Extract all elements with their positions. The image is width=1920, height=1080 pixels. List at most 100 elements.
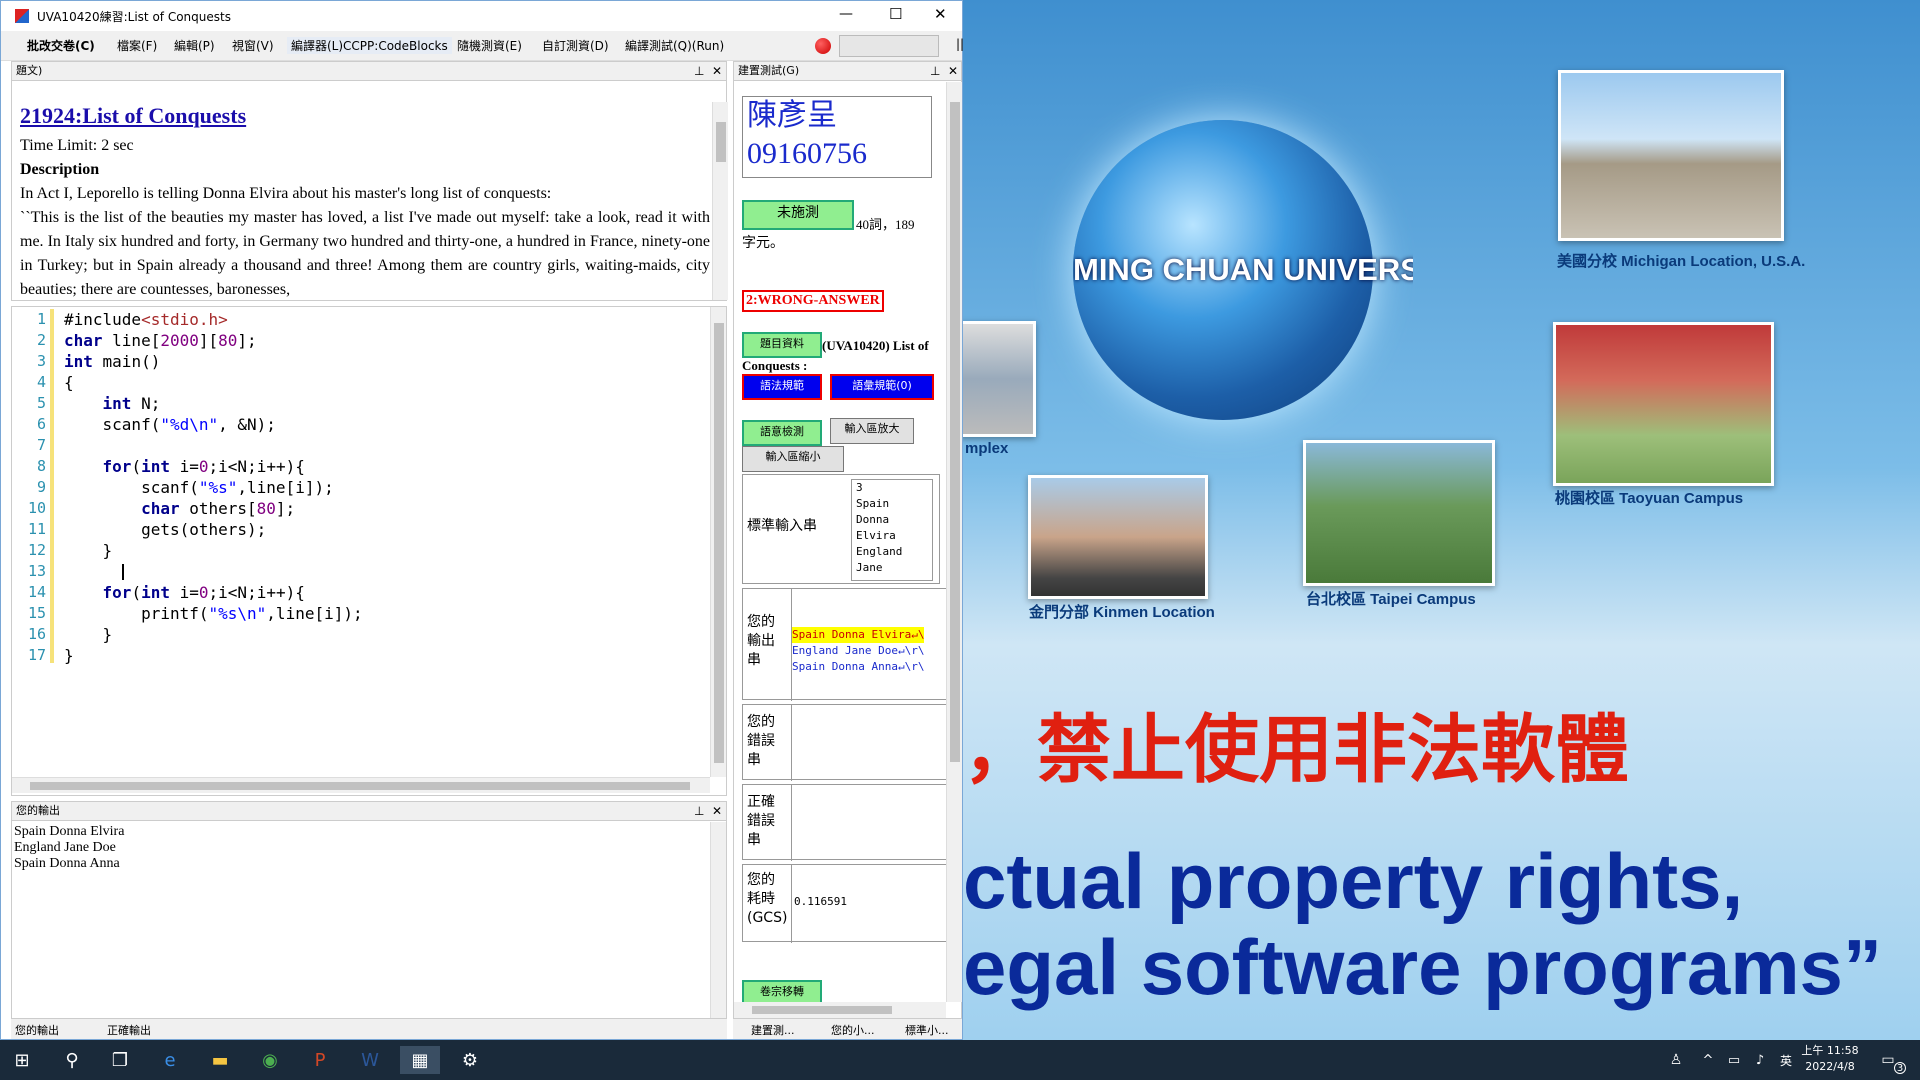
tab-standard-small[interactable]: 標準小... bbox=[905, 1022, 949, 1038]
output-pane-header: 您的輸出 ⊥ ✕ bbox=[12, 802, 726, 821]
people-icon[interactable]: ♙ bbox=[1662, 1046, 1690, 1074]
code-area[interactable]: 1 #include<stdio.h> 2 char line[2000][80];… bbox=[12, 309, 708, 666]
menu-compile-run[interactable]: 編譯測試(Q)(Run) bbox=[625, 37, 724, 54]
menu-compiler[interactable]: 編譯器(L)CCPP:CodeBlocks bbox=[287, 37, 452, 54]
toolbar-textbox[interactable] bbox=[839, 35, 939, 57]
output-text: Spain Donna Elvira England Jane Doe Spai… bbox=[14, 824, 124, 872]
close-button[interactable]: ✕ bbox=[934, 5, 947, 23]
menu-custom-test[interactable]: 自訂測資(D) bbox=[542, 37, 609, 54]
test-status-button[interactable]: 未施測 bbox=[742, 200, 854, 230]
slogan-english-2: egal software programs” bbox=[963, 923, 1882, 1011]
app-taskbar-icon[interactable]: ▦ bbox=[400, 1046, 440, 1074]
output-tabs: 您的輸出 正確輸出 bbox=[11, 1019, 727, 1039]
code-line-17: } bbox=[64, 646, 74, 665]
powerpoint-icon[interactable]: P bbox=[306, 1046, 334, 1074]
syntax-rules-button[interactable]: 語法規範 bbox=[742, 374, 822, 400]
university-name: MING CHUAN UNIVERSITY bbox=[1073, 252, 1413, 287]
vocabulary-rules-button[interactable]: 語彙規範(0) bbox=[830, 374, 934, 400]
editor-horizontal-scrollbar[interactable] bbox=[12, 777, 710, 793]
minimize-button[interactable]: — bbox=[839, 6, 853, 22]
word-count: 40詞，189 bbox=[856, 217, 915, 232]
table-row: 您的耗時(GCS) 0.116591 bbox=[742, 864, 951, 943]
close-icon[interactable]: ✕ bbox=[948, 62, 958, 80]
tray-chevron-icon[interactable]: ^ bbox=[1694, 1046, 1722, 1074]
start-icon[interactable]: ⊞ bbox=[8, 1046, 36, 1074]
task-view-icon[interactable]: ❐ bbox=[106, 1046, 134, 1074]
table-row: 您的輸出串 Spain Donna Elvira↵\ England Jane … bbox=[742, 588, 950, 701]
code-line-16: } bbox=[64, 625, 113, 644]
problem-pane-header: 題文) ⊥ ✕ bbox=[12, 62, 726, 81]
test-pane-tabs: 建置測... 您的小... 標準小... bbox=[733, 1019, 962, 1039]
tab-your-small[interactable]: 您的小... bbox=[831, 1022, 875, 1038]
chrome-icon[interactable]: ◉ bbox=[256, 1046, 284, 1074]
clock[interactable]: 上午 11:58 2022/4/8 bbox=[1800, 1043, 1860, 1075]
settings-icon[interactable]: ⚙ bbox=[456, 1046, 484, 1074]
test-pane: 建置測試(G) ⊥ ✕ 陳彥呈 09160756 未施測 40詞，189 字元。… bbox=[733, 61, 962, 1019]
code-line-12: } bbox=[64, 541, 113, 560]
slogan-chinese: ，禁止使用非法軟體 bbox=[963, 707, 1629, 793]
pin-icon[interactable]: ⊥ bbox=[930, 62, 940, 80]
network-icon[interactable]: ▭ bbox=[1720, 1046, 1748, 1074]
code-line-14: for(int i=0;i<N;i++){ bbox=[102, 583, 305, 602]
output-scrollbar[interactable] bbox=[710, 822, 726, 1018]
volume-icon[interactable]: ♪ bbox=[1746, 1046, 1774, 1074]
student-info-box: 陳彥呈 09160756 bbox=[742, 96, 932, 178]
complex-photo bbox=[963, 321, 1036, 437]
menu-bar: 批改交卷(C) 檔案(F) 編輯(P) 視窗(V) 編譯器(L)CCPP:Cod… bbox=[1, 31, 964, 61]
table-row: 您的錯誤串 bbox=[742, 704, 950, 781]
shrink-input-button[interactable]: 輸入區縮小 bbox=[742, 446, 844, 472]
line-number: 2 bbox=[36, 331, 46, 349]
window-title: UVA10420練習:List of Conquests bbox=[37, 10, 231, 24]
menu-random-test[interactable]: 隨機測資(E) bbox=[457, 37, 522, 54]
problem-scrollbar[interactable] bbox=[712, 102, 728, 300]
problem-title-link[interactable]: 21924:List of Conquests bbox=[20, 104, 710, 128]
folder-icon[interactable]: ▬ bbox=[206, 1046, 234, 1074]
tab-your-output[interactable]: 您的輸出 bbox=[15, 1022, 59, 1038]
test-pane-scrollbar[interactable] bbox=[946, 82, 962, 1002]
line-number: 12 bbox=[27, 541, 46, 559]
editor-vertical-scrollbar[interactable] bbox=[710, 307, 726, 777]
apple-icon[interactable] bbox=[815, 38, 831, 54]
slogan-english-1: ctual property rights, bbox=[963, 837, 1744, 925]
search-icon[interactable]: ⚲ bbox=[58, 1046, 86, 1074]
description-para-2: ``This is the list of the beauties my ma… bbox=[20, 209, 710, 298]
title-bar: UVA10420練習:List of Conquests — ☐ ✕ bbox=[1, 1, 962, 31]
menu-submit[interactable]: 批改交卷(C) bbox=[27, 37, 95, 54]
tab-build-test[interactable]: 建置測... bbox=[751, 1022, 795, 1038]
line-number: 13 bbox=[27, 562, 46, 580]
output-line: England Jane Doe bbox=[14, 840, 116, 855]
taoyuan-photo bbox=[1553, 322, 1774, 486]
test-pane-horizontal-scrollbar[interactable] bbox=[734, 1002, 946, 1018]
michigan-photo bbox=[1558, 70, 1784, 241]
word-icon[interactable]: W bbox=[356, 1046, 384, 1074]
desktop-wallpaper: MING CHUAN UNIVERSITY 美國分校 Michigan Loca… bbox=[963, 0, 1920, 1040]
description-para-1: In Act I, Leporello is telling Donna Elv… bbox=[20, 185, 552, 202]
line-number: 15 bbox=[27, 604, 46, 622]
student-id: 09160756 bbox=[747, 137, 867, 170]
kinmen-caption: 金門分部 Kinmen Location bbox=[1029, 604, 1215, 621]
menu-edit[interactable]: 編輯(P) bbox=[174, 37, 215, 54]
line-number: 3 bbox=[36, 352, 46, 370]
test-table: 標準輸入串 3 Spain Donna Elvira England Jane 您的輸出串… bbox=[742, 474, 950, 943]
time-cell: 0.116591 bbox=[791, 865, 951, 943]
complex-caption: mplex bbox=[965, 440, 1009, 457]
menu-file[interactable]: 檔案(F) bbox=[117, 37, 157, 54]
edge-icon[interactable]: e bbox=[156, 1046, 184, 1074]
pin-icon[interactable]: ⊥ bbox=[694, 802, 704, 820]
pin-icon[interactable]: ⊥ bbox=[694, 62, 704, 80]
maximize-button[interactable]: ☐ bbox=[889, 5, 902, 23]
semantic-check-button[interactable]: 語意檢測 bbox=[742, 420, 822, 446]
stdin-textbox[interactable]: 3 Spain Donna Elvira England Jane bbox=[851, 479, 933, 581]
close-icon[interactable]: ✕ bbox=[712, 802, 722, 820]
menu-view[interactable]: 視窗(V) bbox=[232, 37, 274, 54]
ime-icon[interactable]: 英 bbox=[1772, 1046, 1800, 1074]
tab-correct-output[interactable]: 正確輸出 bbox=[107, 1022, 151, 1038]
enlarge-input-button[interactable]: 輸入區放大 bbox=[830, 418, 914, 444]
line-number: 5 bbox=[36, 394, 46, 412]
row-label: 標準輸入串 bbox=[747, 518, 817, 534]
row-label: 您的耗時(GCS) bbox=[747, 872, 788, 926]
close-icon[interactable]: ✕ bbox=[712, 62, 722, 80]
code-editor[interactable]: 1 #include<stdio.h> 2 char line[2000][80];… bbox=[11, 306, 727, 796]
code-line-10: char others[80]; bbox=[141, 499, 296, 518]
